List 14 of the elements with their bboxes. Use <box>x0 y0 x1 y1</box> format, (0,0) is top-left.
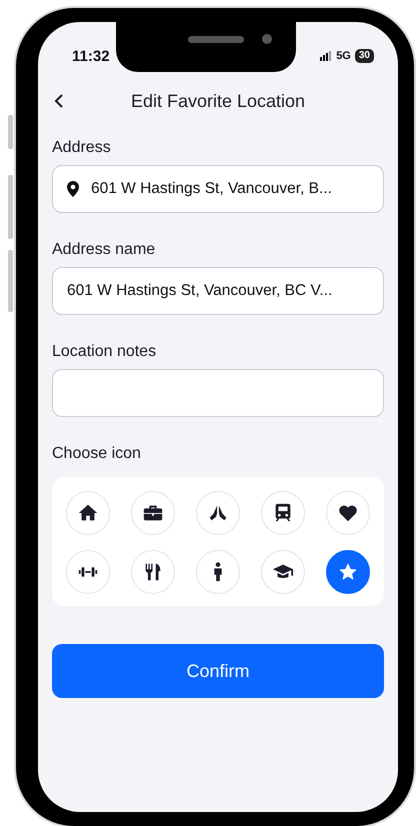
signal-icon <box>320 51 332 61</box>
clock-time: 11:32 <box>72 48 110 64</box>
confirm-button[interactable]: Confirm <box>52 644 384 698</box>
pin-icon <box>67 181 79 197</box>
address-field[interactable]: 601 W Hastings St, Vancouver, B... <box>52 165 384 213</box>
network-label: 5G <box>336 50 351 62</box>
field-label: Location notes <box>52 343 158 361</box>
field-label: Address <box>52 139 112 157</box>
battery-icon: 30 <box>354 49 374 63</box>
input-field[interactable] <box>52 369 384 417</box>
section-label: Choose icon <box>52 445 142 463</box>
input-field[interactable]: 601 W Hastings St, Vancouver, BC V... <box>52 267 384 315</box>
page-title: Edit Favorite Location <box>130 90 306 112</box>
field-label: Address name <box>52 241 156 259</box>
